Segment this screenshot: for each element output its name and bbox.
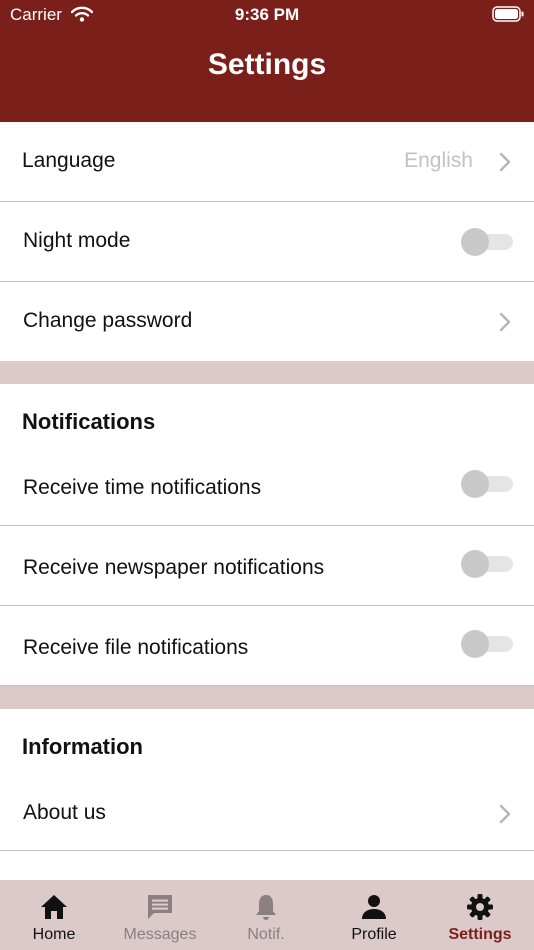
- time-notifications-toggle[interactable]: [461, 470, 513, 498]
- night-mode-label: Night mode: [23, 229, 131, 252]
- night-mode-row: Night mode: [0, 202, 534, 282]
- clock: 9:36 PM: [234, 5, 300, 24]
- change-password-row[interactable]: Change password: [0, 282, 534, 362]
- chevron-right-icon: [499, 312, 511, 332]
- about-us-row[interactable]: About us: [0, 771, 534, 851]
- tab-label: Settings: [448, 926, 512, 943]
- page-title: Settings: [207, 48, 327, 81]
- gear-icon: [467, 894, 493, 920]
- bell-icon: [256, 895, 276, 920]
- tab-label: Messages: [123, 926, 197, 943]
- tab-label: Notif.: [247, 926, 285, 943]
- message-icon: [148, 895, 172, 919]
- file-notifications-label: Receive file notifications: [23, 636, 249, 659]
- time-notifications-label: Receive time notifications: [23, 476, 262, 499]
- toggle-knob: [461, 630, 489, 658]
- language-label: Language: [22, 149, 116, 172]
- newspaper-notifications-toggle[interactable]: [461, 550, 513, 578]
- information-title: Information: [22, 734, 143, 759]
- notifications-title: Notifications: [22, 409, 156, 434]
- tab-messages[interactable]: Messages: [115, 880, 205, 950]
- information-section-header: Information: [0, 709, 534, 771]
- status-bar: Carrier 9:36 PM: [0, 0, 534, 30]
- toggle-knob: [461, 550, 489, 578]
- change-password-label: Change password: [23, 309, 193, 332]
- about-us-label: About us: [23, 801, 106, 824]
- file-notifications-row: Receive file notifications: [0, 606, 534, 686]
- tab-label: Home: [32, 926, 76, 943]
- chevron-right-icon: [499, 152, 511, 172]
- tab-bar: Home Messages Notif. Profile Settings: [0, 880, 534, 950]
- tab-settings[interactable]: Settings: [440, 880, 520, 950]
- section-separator: [0, 686, 534, 709]
- newspaper-notifications-label: Receive newspaper notifications: [23, 556, 325, 579]
- tab-home[interactable]: Home: [14, 880, 94, 950]
- tab-notifications[interactable]: Notif.: [226, 880, 306, 950]
- tab-profile[interactable]: Profile: [334, 880, 414, 950]
- home-icon: [41, 895, 67, 919]
- battery-icon: [492, 6, 524, 22]
- tab-label: Profile: [351, 926, 397, 943]
- newspaper-notifications-row: Receive newspaper notifications: [0, 526, 534, 606]
- header: Carrier 9:36 PM Settings: [0, 0, 534, 122]
- file-notifications-toggle[interactable]: [461, 630, 513, 658]
- chevron-right-icon: [499, 804, 511, 824]
- time-notifications-row: Receive time notifications: [0, 446, 534, 526]
- night-mode-toggle[interactable]: [461, 228, 513, 256]
- notifications-section-header: Notifications: [0, 384, 534, 446]
- toggle-knob: [461, 470, 489, 498]
- language-row[interactable]: Language English: [0, 122, 534, 202]
- language-value: English: [404, 149, 473, 172]
- person-icon: [362, 895, 386, 919]
- toggle-knob: [461, 228, 489, 256]
- section-separator: [0, 361, 534, 384]
